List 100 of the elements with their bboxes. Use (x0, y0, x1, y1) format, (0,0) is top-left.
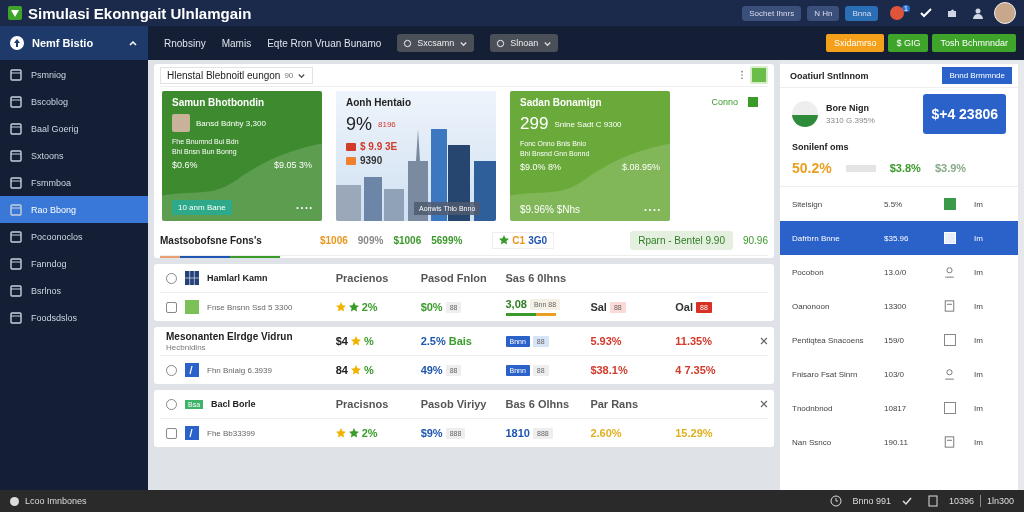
cell-text: $0% (420, 301, 443, 313)
nav-link[interactable]: Mamis (221, 37, 252, 49)
person-icon (944, 266, 955, 278)
chevron-icon (128, 38, 138, 48)
cell-text: Pasob Viriyy (420, 398, 487, 410)
square-icon (944, 232, 956, 244)
balance-tile: $+4 23806 (923, 94, 1006, 134)
sidebar-item[interactable]: Sxtoons (0, 142, 148, 169)
menu-item-icon (10, 68, 22, 81)
cell-text: Sal (590, 301, 607, 313)
card-value: 9% (346, 114, 372, 135)
nav-link[interactable]: Rnobsiny (164, 37, 206, 49)
list-row[interactable]: Dafrbrn Bnne $35.96 Im (780, 221, 1018, 255)
status-text: Lcoo Imnbones (25, 496, 87, 506)
card-value: $9.0% 8% (520, 162, 562, 172)
card-value: $ 9.9 3E (360, 141, 398, 152)
square-icon (944, 198, 956, 210)
close-icon[interactable] (760, 337, 768, 345)
check-icon[interactable] (920, 7, 932, 19)
cell-text: Pasod Fnlon (420, 272, 487, 284)
panel-title-field[interactable]: Hlenstal Blebnoitl eungon 90 (160, 66, 314, 84)
document-icon (944, 300, 955, 312)
sidebar-item[interactable]: Pocoonoclos (0, 223, 148, 250)
checkbox[interactable] (166, 427, 177, 439)
cell-text: $38.1% (590, 364, 628, 376)
panel-title: Ooatiurl Sntlnnom (790, 70, 869, 81)
toolbar-button[interactable]: N Hn (807, 5, 840, 21)
cell-text: 2.60% (590, 427, 622, 439)
cell-text: Sas 6 0lhns (505, 272, 567, 284)
toolbar-button[interactable]: Bnna (845, 5, 879, 21)
checkbox[interactable] (748, 97, 758, 107)
list-row[interactable]: Nan Ssnco 190.11 Im (780, 425, 1018, 459)
photo-placeholder (172, 114, 190, 132)
card-note: 8196 (378, 120, 396, 129)
cell-text: 5.93% (590, 335, 622, 347)
card-title: Aonh Hentaio (346, 97, 412, 108)
clock-icon (830, 495, 843, 507)
menu-item-icon (10, 203, 22, 216)
avatar[interactable] (994, 2, 1016, 24)
sidebar-item[interactable]: Rao Bbong (0, 196, 148, 223)
list-row[interactable]: Pentiqtea Snacoens 159/0 Im (780, 323, 1018, 357)
panel-button[interactable]: Bnnd Brmmnde (942, 67, 1012, 84)
star-icon (348, 428, 359, 438)
dropdown[interactable]: Slnoan (490, 34, 559, 52)
home-icon (10, 36, 24, 50)
group-title: Mesonanten Elrdge Vidrun (166, 330, 293, 342)
rating-field[interactable]: C1 3G0 (492, 231, 555, 249)
sidebar-header[interactable]: Nemf Bistio (0, 26, 148, 60)
cell-text: Par Rans (590, 398, 639, 410)
sidebar-item[interactable]: Fsmmboa (0, 169, 148, 196)
list-row[interactable]: Sitelsign 5.5% Im (780, 187, 1018, 221)
list-row[interactable]: Pocobon 13.0/0 Im (780, 255, 1018, 289)
link[interactable]: Conno (711, 97, 738, 107)
star-icon (335, 428, 346, 438)
summary-title: Mastsobofsne Fons's (160, 234, 263, 246)
square-icon (185, 300, 199, 314)
menu-item-icon (10, 311, 22, 324)
star-icon (499, 235, 510, 245)
list-row[interactable]: Oanonoon 13300 Im (780, 289, 1018, 323)
user-icon[interactable] (972, 7, 984, 19)
card-subtitle: Snine Sadt C 9300 (554, 119, 622, 129)
group-subtitle: Hecbnidlns (166, 342, 206, 352)
cell-text: 15.29% (675, 427, 713, 439)
toolbar-button[interactable]: Sochet Ihnrs (742, 5, 802, 21)
sidebar-item[interactable]: Psmniog (0, 61, 148, 88)
menu-item-icon (10, 176, 22, 189)
summary-value: 5699% (431, 234, 463, 246)
checkbox[interactable] (166, 301, 177, 313)
sidebar-item[interactable]: Baal Goerig (0, 115, 148, 142)
app-logo-icon (8, 6, 22, 20)
dropdown[interactable]: Sxcsamn (397, 34, 475, 52)
profile-name: Bore Nign (826, 103, 870, 113)
star-icon (351, 336, 361, 346)
grid-icon (185, 271, 199, 285)
card-value: $9.96% $Nhs (520, 204, 581, 215)
cell-text: 1810 (505, 427, 530, 439)
cell-text: 2% (361, 427, 378, 439)
check-icon (900, 495, 913, 507)
document-icon (926, 495, 939, 507)
cell-text: Oal (675, 301, 693, 313)
cell-text: 11.35% (675, 335, 712, 347)
sidebar-item[interactable]: Bsrlnos (0, 277, 148, 304)
status-text: Bnno 991 (852, 496, 891, 506)
card-title: Samun Bhotbondin (172, 97, 266, 108)
summary-value: $1006 (320, 234, 348, 246)
sidebar-item[interactable]: Foodsdslos (0, 304, 148, 331)
row-name: Fhe Bb33399 (207, 428, 256, 438)
sidebar-item[interactable]: Bscoblog (0, 88, 148, 115)
notification-icon[interactable] (890, 6, 905, 20)
more-icon[interactable] (740, 70, 744, 80)
nav-link[interactable]: Eqte Rron Vruan Bunamo (267, 37, 382, 49)
document-icon (944, 436, 955, 448)
close-icon[interactable] (760, 400, 768, 408)
sidebar-item[interactable]: Fanndog (0, 250, 148, 277)
list-row[interactable]: Tnodnbnod 10817 Im (780, 391, 1018, 425)
document-icon (185, 363, 199, 377)
panel-button[interactable] (750, 66, 768, 84)
cell-text: Pracisnos (335, 398, 389, 410)
list-row[interactable]: Fnisaro Fsat Sinrn 103/0 Im (780, 357, 1018, 391)
profile-note: 3310 G.395% (826, 116, 875, 125)
